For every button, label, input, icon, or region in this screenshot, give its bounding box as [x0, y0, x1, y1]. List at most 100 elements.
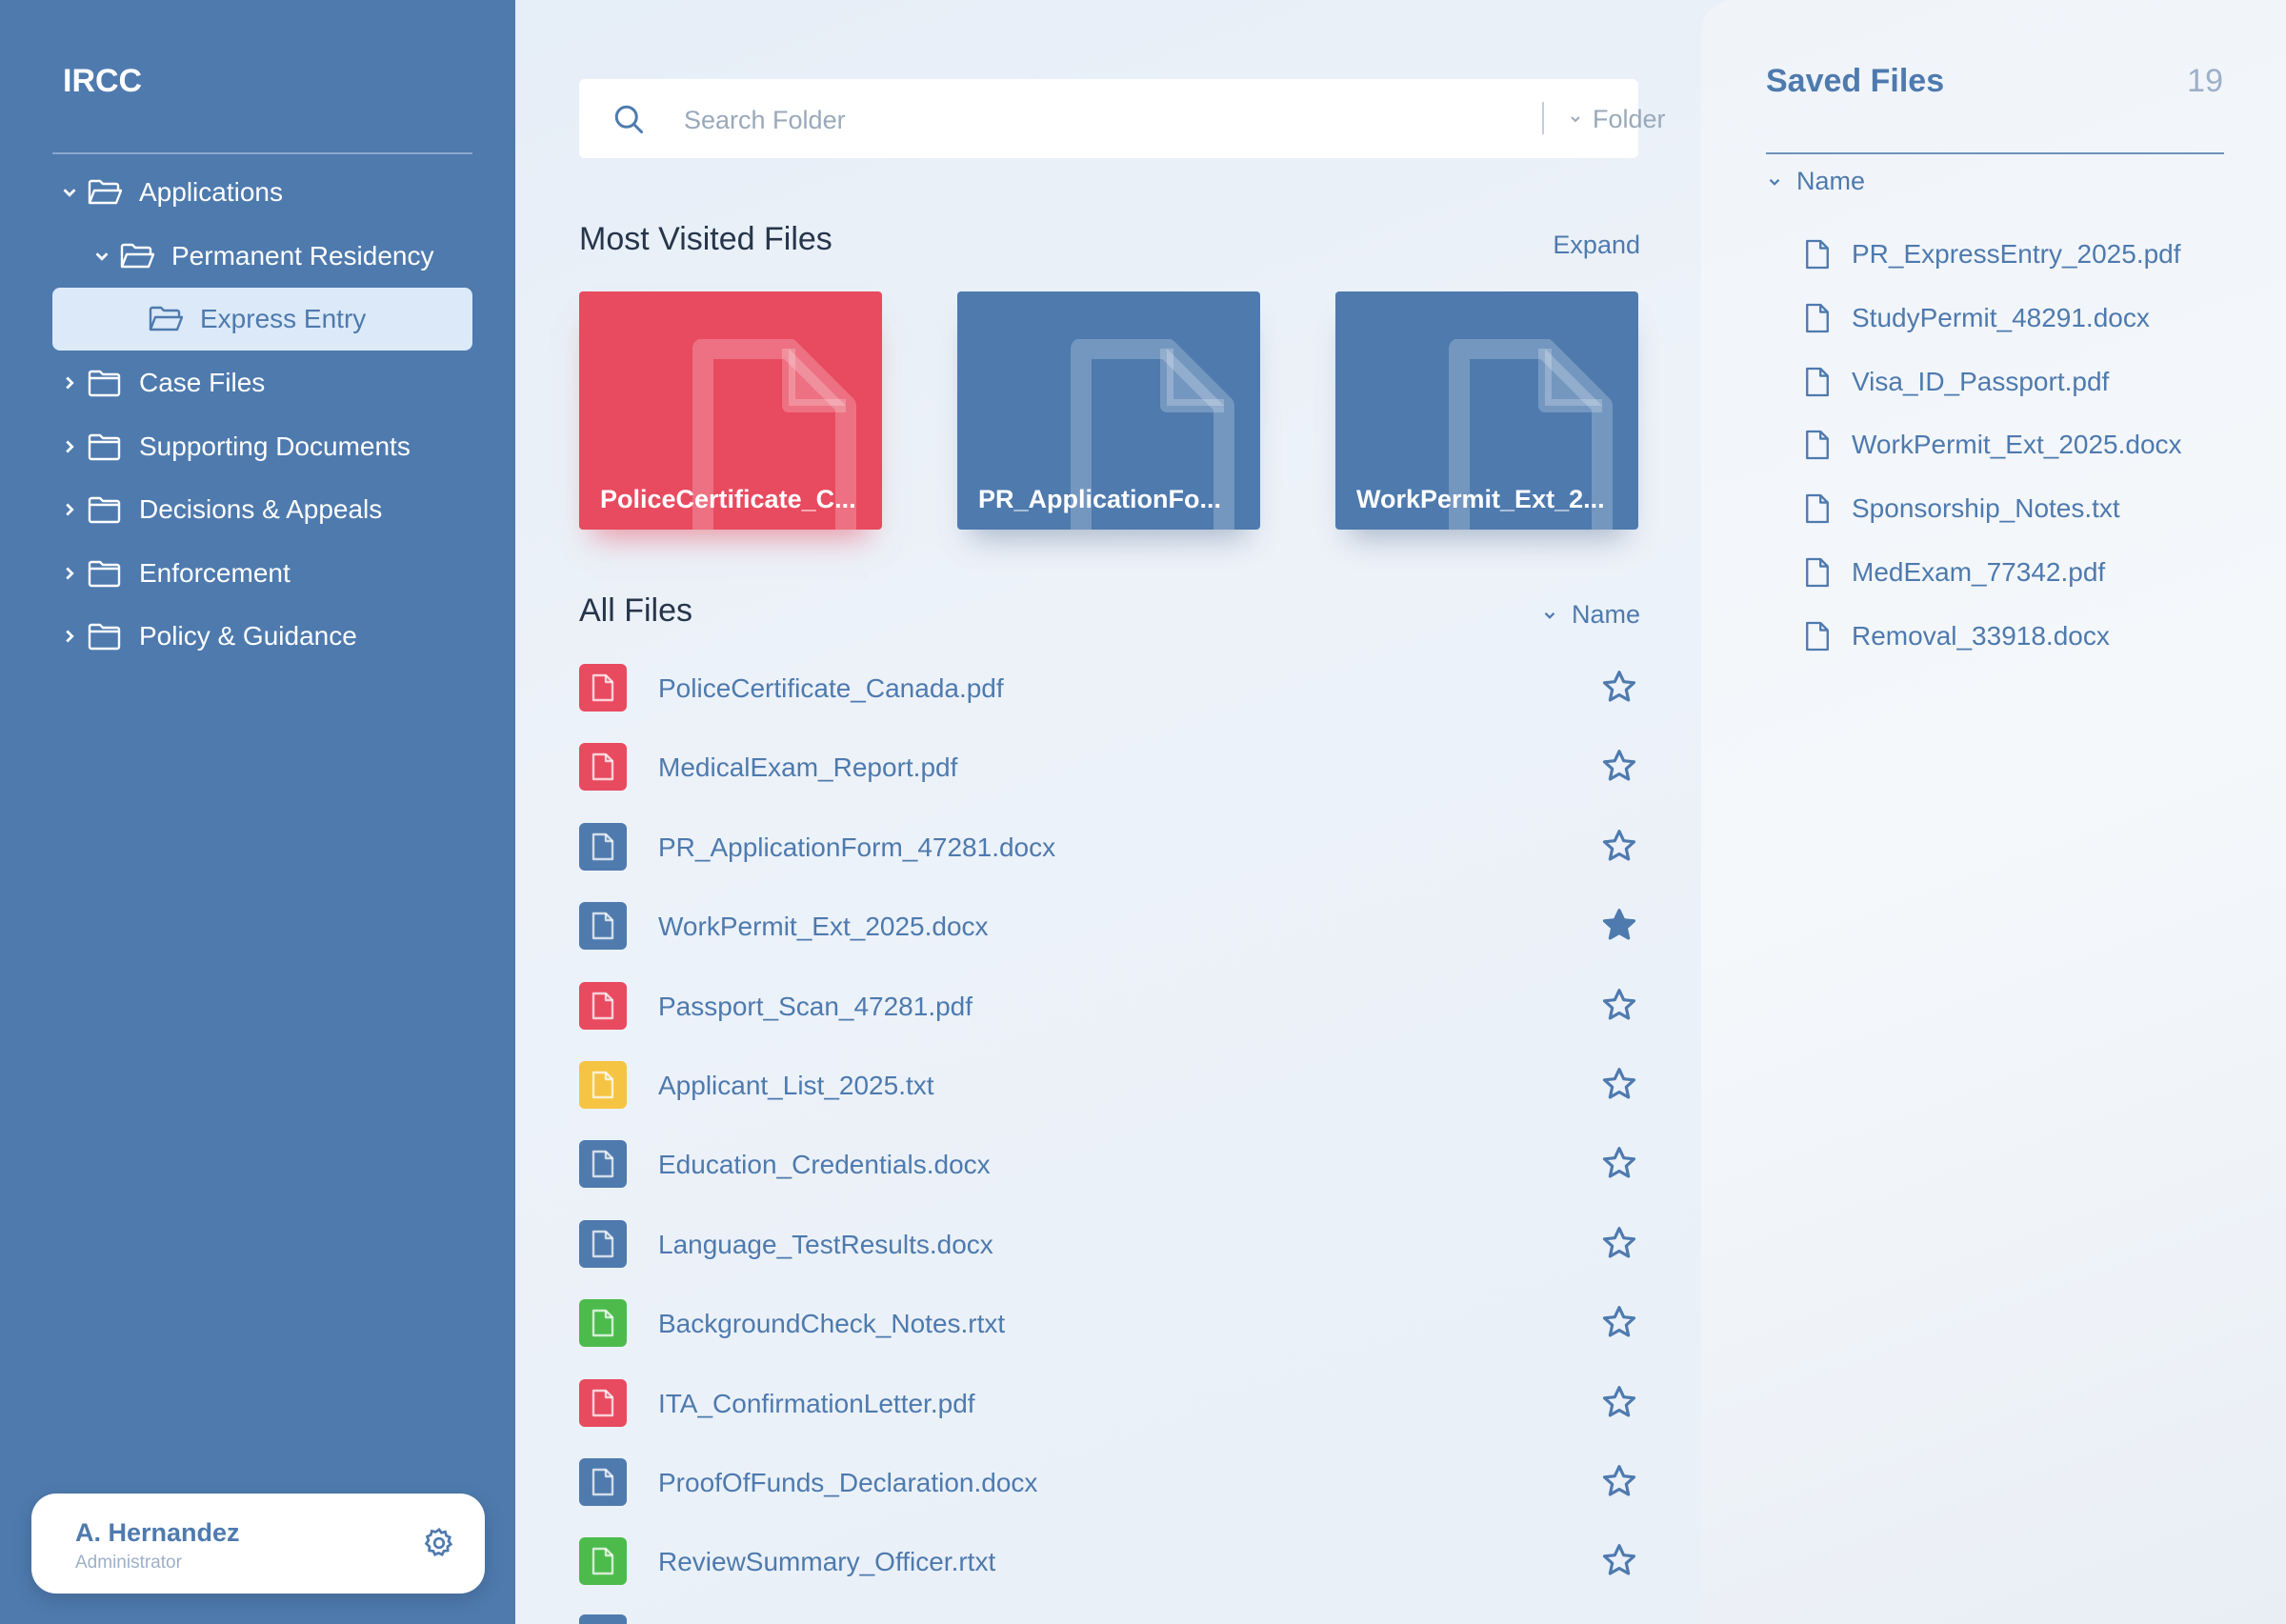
user-card[interactable]: A. Hernandez Administrator [31, 1494, 485, 1594]
chevron-right-icon[interactable] [59, 626, 80, 647]
saved-file-item[interactable]: MedExam_77342.pdf [1804, 551, 2105, 593]
folder-scope-label: Folder [1593, 104, 1666, 133]
table-row[interactable]: Language_TestResults.docx [579, 1213, 1638, 1270]
sidebar-item[interactable]: Supporting Documents [0, 415, 515, 478]
file-name[interactable]: WorkPermit_Ext_2025.docx [658, 912, 989, 942]
sidebar: IRCC Applications Permanent Residency Expr… [0, 0, 515, 1624]
file-name[interactable]: PoliceCertificate_Canada.pdf [658, 673, 1004, 704]
table-row[interactable]: MedicalExam_Report.pdf [579, 735, 1638, 792]
file-name[interactable]: ReviewSummary_Officer.rtxt [658, 1547, 995, 1577]
file-type-icon [579, 1614, 627, 1624]
star-icon[interactable] [1600, 986, 1638, 1024]
star-icon[interactable] [1600, 1541, 1638, 1579]
sidebar-item[interactable]: Enforcement [0, 542, 515, 605]
star-icon[interactable] [1600, 1144, 1638, 1182]
brand-title: IRCC [63, 63, 143, 99]
table-row[interactable]: ReviewSummary_Officer.rtxt [579, 1530, 1638, 1587]
folder-icon [88, 623, 121, 651]
table-row[interactable]: ITA_ConfirmationLetter.pdf [579, 1372, 1638, 1429]
star-icon[interactable] [1600, 827, 1638, 865]
saved-file-item[interactable]: Removal_33918.docx [1804, 615, 2110, 657]
file-card[interactable]: PoliceCertificate_C... [579, 291, 882, 530]
file-name[interactable]: Education_Credentials.docx [658, 1150, 991, 1180]
chevron-right-icon[interactable] [59, 436, 80, 457]
document-icon [592, 1151, 614, 1178]
folder-scope-select[interactable]: Folder [1568, 100, 1666, 138]
table-row[interactable]: Passport_Scan_47281.pdf [579, 974, 1638, 1032]
folder-icon [88, 560, 121, 588]
file-card-label: PoliceCertificate_C... [600, 485, 856, 513]
file-type-icon [579, 1537, 627, 1586]
sidebar-divider [52, 152, 472, 154]
expand-link[interactable]: Expand [1553, 231, 1640, 260]
star-icon[interactable] [1600, 668, 1638, 706]
chevron-right-icon[interactable] [59, 372, 80, 393]
gear-icon[interactable] [422, 1526, 456, 1560]
star-icon[interactable] [1600, 906, 1638, 944]
star-icon[interactable] [1600, 1224, 1638, 1262]
saved-sort-by-name[interactable]: Name [1766, 167, 1865, 196]
chevron-right-icon[interactable] [59, 563, 80, 584]
folder-open-icon [149, 306, 183, 331]
sidebar-item-label: Policy & Guidance [139, 621, 357, 651]
sidebar-item-label: Permanent Residency [171, 241, 434, 271]
file-name[interactable]: PR_ApplicationForm_47281.docx [658, 832, 1055, 863]
star-icon[interactable] [1600, 1303, 1638, 1341]
file-card-label: WorkPermit_Ext_2... [1356, 485, 1605, 513]
saved-file-item[interactable]: Visa_ID_Passport.pdf [1804, 361, 2109, 403]
table-row[interactable]: ProofOfFunds_Declaration.docx [579, 1451, 1638, 1508]
file-type-icon [579, 1061, 627, 1109]
sidebar-item-label: Supporting Documents [139, 431, 411, 461]
user-role: Administrator [75, 1553, 182, 1573]
search-input[interactable] [682, 98, 1448, 142]
sidebar-item-label: Applications [139, 177, 283, 207]
file-name[interactable]: Passport_Scan_47281.pdf [658, 992, 973, 1022]
table-row[interactable]: Education_Credentials.docx [579, 1133, 1638, 1190]
file-name[interactable]: ITA_ConfirmationLetter.pdf [658, 1389, 975, 1419]
sidebar-item-label: Express Entry [200, 304, 367, 333]
table-row[interactable]: PR_ApplicationForm_47281.docx [579, 815, 1638, 872]
chevron-down-icon[interactable] [91, 246, 112, 267]
file-name[interactable]: Applicant_List_2025.txt [658, 1071, 934, 1101]
document-icon [592, 1389, 614, 1416]
file-name[interactable]: ProofOfFunds_Declaration.docx [658, 1468, 1037, 1498]
saved-files-panel: Saved Files 19 Name PR_ExpressEntry_2025… [1701, 0, 2286, 1624]
saved-file-item[interactable]: WorkPermit_Ext_2025.docx [1804, 424, 2182, 466]
chevron-down-icon [1769, 178, 1780, 186]
table-row[interactable]: BackgroundCheck_Notes.rtxt [579, 1292, 1638, 1349]
table-row[interactable]: WorkPermit_Ext_2025.docx [579, 894, 1638, 952]
saved-files-title: Saved Files [1766, 63, 1945, 99]
chevron-down-icon [1544, 612, 1555, 619]
sidebar-item[interactable]: Permanent Residency [0, 225, 515, 288]
sidebar-item[interactable]: Policy & Guidance [0, 605, 515, 668]
sidebar-item[interactable]: Case Files [0, 351, 515, 414]
file-card[interactable]: WorkPermit_Ext_2... [1335, 291, 1638, 530]
chevron-right-icon[interactable] [59, 499, 80, 520]
table-row[interactable]: PoliceCertificate_Canada.pdf [579, 656, 1638, 713]
sidebar-item[interactable]: Applications [0, 161, 515, 224]
sidebar-item[interactable]: Express Entry [52, 288, 472, 351]
saved-file-item[interactable]: PR_ExpressEntry_2025.pdf [1804, 233, 2181, 275]
document-icon [592, 832, 614, 860]
file-name[interactable]: MedicalExam_Report.pdf [658, 752, 957, 783]
sidebar-item[interactable]: Decisions & Appeals [0, 478, 515, 541]
saved-file-item[interactable]: StudyPermit_48291.docx [1804, 297, 2150, 339]
star-icon[interactable] [1600, 1383, 1638, 1421]
chevron-down-icon[interactable] [59, 182, 80, 203]
saved-file-name: Removal_33918.docx [1852, 620, 2110, 651]
star-icon[interactable] [1600, 747, 1638, 785]
file-name[interactable]: BackgroundCheck_Notes.rtxt [658, 1309, 1005, 1339]
saved-file-name: Sponsorship_Notes.txt [1852, 493, 2120, 524]
file-name[interactable]: Language_TestResults.docx [658, 1230, 993, 1260]
file-card[interactable]: PR_ApplicationFo... [957, 291, 1260, 530]
saved-file-item[interactable]: Sponsorship_Notes.txt [1804, 488, 2120, 530]
document-icon [1806, 367, 1829, 396]
search-separator [1542, 102, 1544, 134]
star-icon[interactable] [1600, 1065, 1638, 1103]
star-icon[interactable] [1600, 1462, 1638, 1500]
document-icon [592, 673, 614, 702]
sort-by-name[interactable]: Name [1541, 600, 1640, 630]
table-row[interactable]: Applicant_List_2025.txt [579, 1053, 1638, 1111]
search-icon[interactable] [612, 102, 646, 136]
user-name: A. Hernandez [75, 1518, 240, 1547]
